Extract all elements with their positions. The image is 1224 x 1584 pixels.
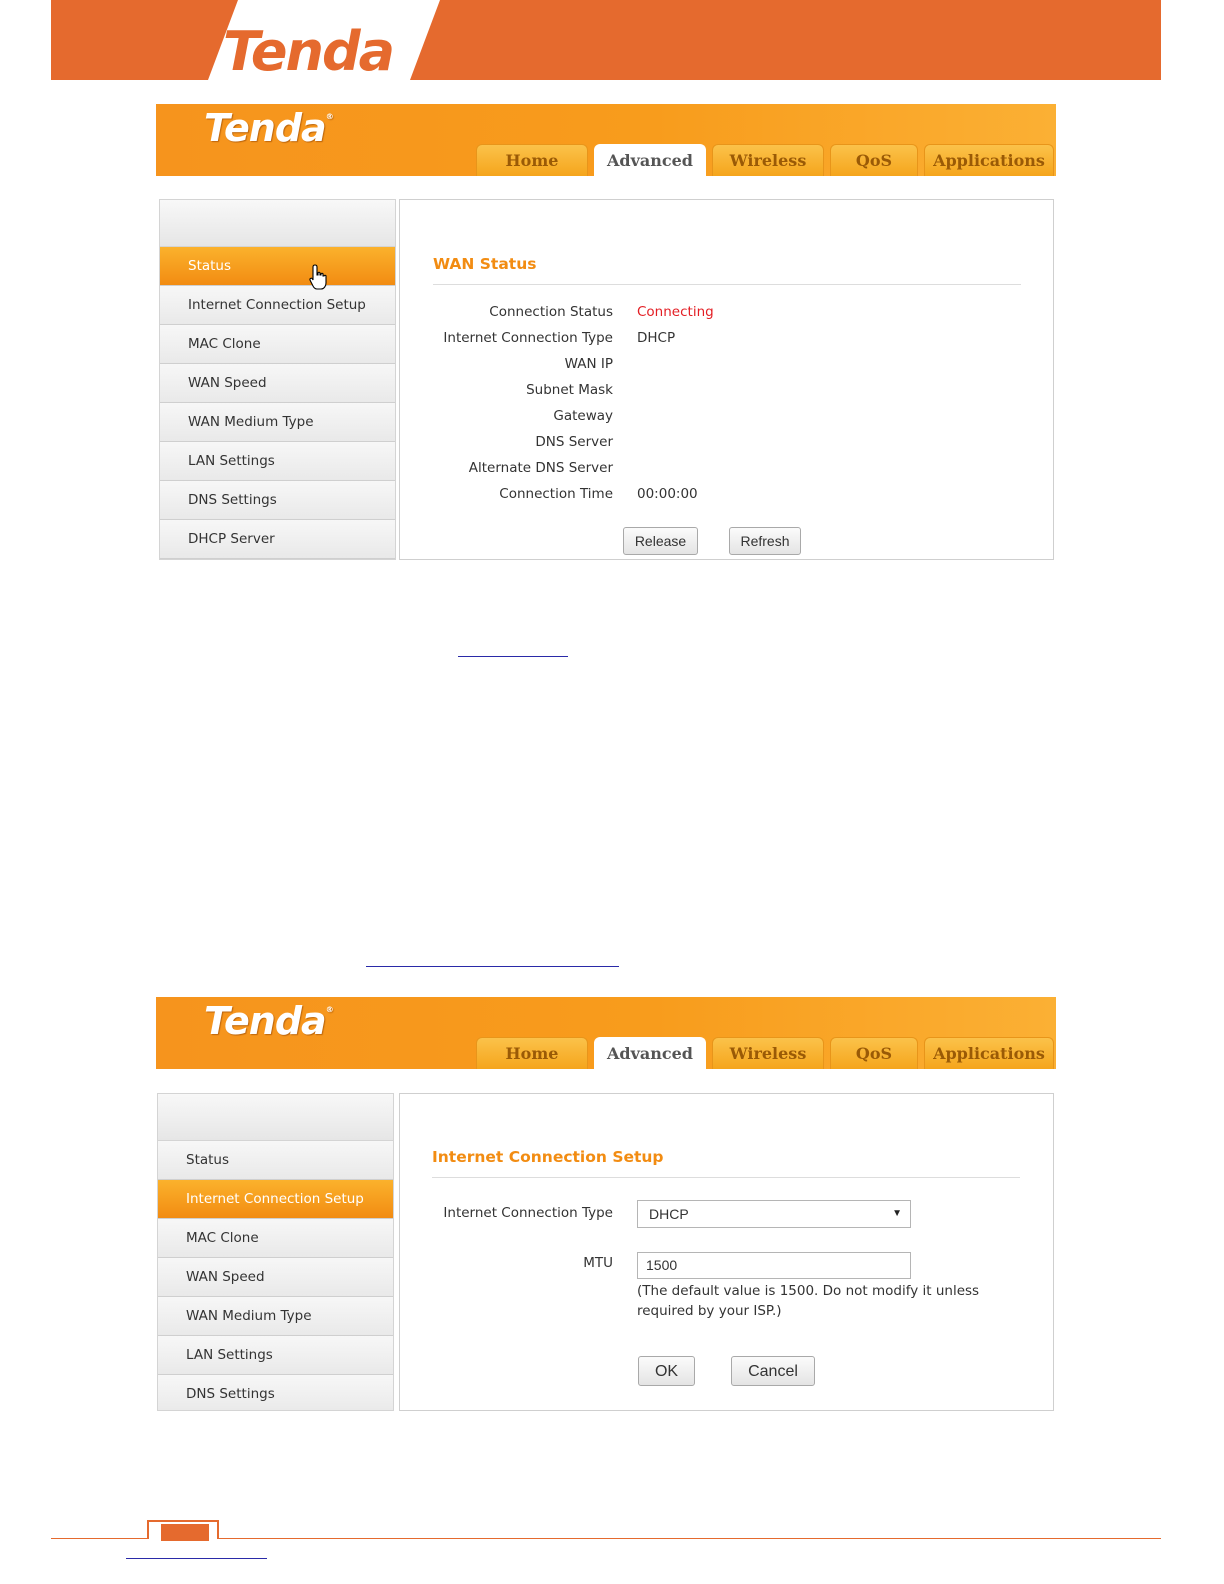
tab-qos[interactable]: QoS (830, 1037, 918, 1069)
dropdown-arrow-icon: ▼ (892, 1208, 902, 1219)
label-dns-server: DNS Server (535, 434, 613, 450)
section-title: WAN Status (433, 255, 537, 273)
router-logo: Tenda® (204, 999, 334, 1043)
value-connection-type: DHCP (637, 330, 676, 346)
tab-advanced[interactable]: Advanced (594, 144, 706, 176)
router-logo: Tenda® (204, 106, 334, 150)
router-ui-screenshot-wan-status: Tenda® Home Advanced Wireless QoS Applic… (156, 104, 1056, 560)
tab-advanced[interactable]: Advanced (594, 1037, 706, 1069)
label-connection-type: Internet Connection Type (443, 1205, 613, 1221)
value-connection-time: 00:00:00 (637, 486, 698, 502)
tab-applications[interactable]: Applications (924, 1037, 1054, 1069)
connection-type-select[interactable]: DHCP ▼ (637, 1200, 911, 1228)
sidebar-header (158, 1094, 393, 1141)
label-alternate-dns: Alternate DNS Server (468, 460, 613, 476)
refresh-button[interactable]: Refresh (729, 527, 801, 555)
sidebar-item-dhcp-server[interactable]: DHCP Server (160, 520, 395, 559)
sidebar-item-wan-medium-type[interactable]: WAN Medium Type (158, 1297, 393, 1336)
tab-wireless[interactable]: Wireless (712, 144, 824, 176)
sidebar-item-wan-medium-type[interactable]: WAN Medium Type (160, 403, 395, 442)
label-gateway: Gateway (553, 408, 613, 424)
content-panel: WAN Status Connection Status Connecting … (399, 199, 1054, 560)
sidebar-item-dns-settings[interactable]: DNS Settings (160, 481, 395, 520)
sidebar-item-mac-clone[interactable]: MAC Clone (158, 1219, 393, 1258)
page-number-tab (147, 1520, 219, 1541)
mtu-input[interactable]: 1500 (637, 1252, 911, 1279)
router-top-bar: Tenda® Home Advanced Wireless QoS Applic… (156, 997, 1056, 1069)
sidebar-item-status[interactable]: Status (158, 1141, 393, 1180)
label-connection-type: Internet Connection Type (443, 330, 613, 346)
sidebar-item-wan-speed[interactable]: WAN Speed (160, 364, 395, 403)
router-top-bar: Tenda® Home Advanced Wireless QoS Applic… (156, 104, 1056, 176)
sidebar-item-status[interactable]: Status (160, 247, 395, 286)
title-divider (433, 284, 1021, 285)
link-underline (126, 1558, 267, 1559)
sidebar-item-internet-connection-setup[interactable]: Internet Connection Setup (160, 286, 395, 325)
page-header-banner: Tenda (51, 0, 1161, 83)
tab-applications[interactable]: Applications (924, 144, 1054, 176)
link-underline (366, 966, 619, 967)
ok-button[interactable]: OK (638, 1356, 695, 1386)
sidebar-header (160, 200, 395, 247)
label-wan-ip: WAN IP (564, 356, 613, 372)
sidebar-item-lan-settings[interactable]: LAN Settings (160, 442, 395, 481)
router-ui-screenshot-connection-setup: Tenda® Home Advanced Wireless QoS Applic… (156, 997, 1056, 1412)
connection-type-value: DHCP (649, 1206, 689, 1222)
label-mtu: MTU (583, 1255, 613, 1271)
link-underline (458, 656, 568, 657)
tab-home[interactable]: Home (476, 1037, 588, 1069)
value-connection-status: Connecting (637, 304, 714, 320)
sidebar-menu: Status Internet Connection Setup MAC Clo… (157, 1093, 394, 1411)
cancel-button[interactable]: Cancel (731, 1356, 815, 1386)
page-number-fill (161, 1524, 209, 1541)
tab-wireless[interactable]: Wireless (712, 1037, 824, 1069)
brand-logo: Tenda (223, 20, 395, 83)
label-connection-time: Connection Time (499, 486, 613, 502)
tab-qos[interactable]: QoS (830, 144, 918, 176)
label-connection-status: Connection Status (489, 304, 613, 320)
label-subnet-mask: Subnet Mask (526, 382, 613, 398)
sidebar-item-lan-settings[interactable]: LAN Settings (158, 1336, 393, 1375)
title-divider (432, 1177, 1020, 1178)
sidebar-item-mac-clone[interactable]: MAC Clone (160, 325, 395, 364)
hand-cursor-icon (309, 264, 327, 290)
content-panel: Internet Connection Setup Internet Conne… (399, 1093, 1054, 1411)
mtu-hint: (The default value is 1500. Do not modif… (637, 1283, 980, 1319)
sidebar-item-internet-connection-setup[interactable]: Internet Connection Setup (158, 1180, 393, 1219)
sidebar-menu: Status Internet Connection Setup MAC Clo… (159, 199, 396, 560)
section-title: Internet Connection Setup (432, 1148, 664, 1166)
release-button[interactable]: Release (623, 527, 698, 555)
sidebar-item-dns-settings[interactable]: DNS Settings (158, 1375, 393, 1410)
sidebar-item-wan-speed[interactable]: WAN Speed (158, 1258, 393, 1297)
tab-home[interactable]: Home (476, 144, 588, 176)
